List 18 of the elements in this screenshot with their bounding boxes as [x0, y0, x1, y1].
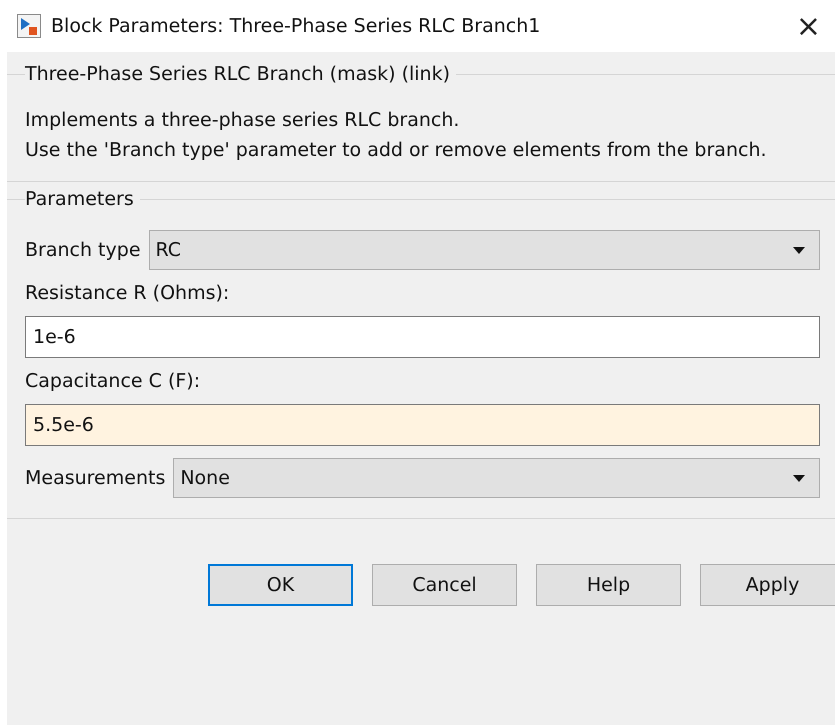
dialog-button[interactable]: OK: [208, 564, 353, 606]
dropdown[interactable]: RC: [148, 230, 820, 270]
field-label: Capacitance C (F):: [25, 370, 202, 392]
description-text: Implements a three-phase series RLC branch. Use the 'Branch type' parameter to add or remove elements from the branch.: [25, 108, 768, 163]
app-icon: [17, 14, 41, 38]
caret-icon: [793, 474, 805, 482]
window-title: Block Parameters: Three-Phase Series RLC Branch1: [51, 15, 542, 37]
input-field[interactable]: 5.5e-6: [25, 404, 820, 446]
dialog-button[interactable]: Apply: [700, 564, 835, 606]
field-label: Branch type: [25, 239, 141, 261]
dialog-button[interactable]: Cancel: [372, 564, 517, 606]
input-field[interactable]: 1e-6: [25, 316, 820, 358]
dropdown[interactable]: None: [173, 458, 820, 498]
field-label: Measurements: [25, 467, 166, 489]
close-button[interactable]: ×: [792, 8, 825, 44]
caret-icon: [793, 246, 805, 254]
field-label: Resistance R (Ohms):: [25, 282, 230, 304]
dialog-button[interactable]: Help: [536, 564, 681, 606]
